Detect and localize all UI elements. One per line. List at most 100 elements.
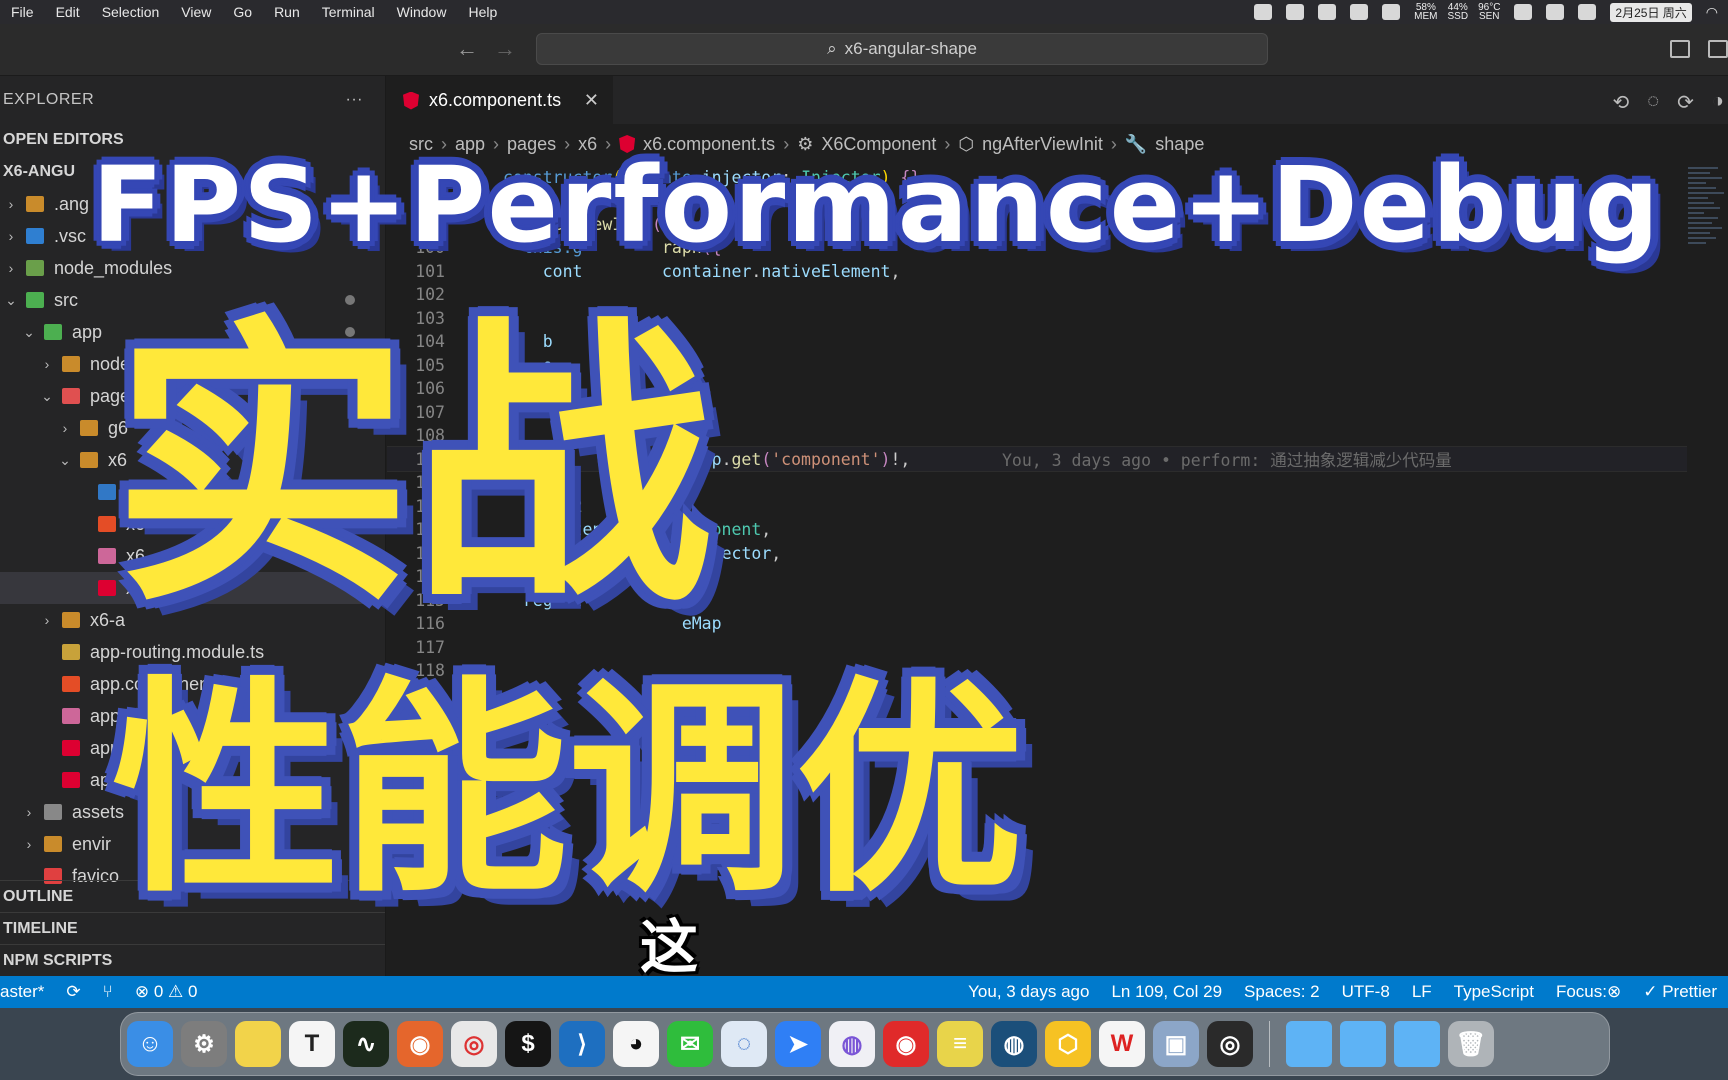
activity-monitor-icon[interactable]: ∿ <box>343 1021 389 1067</box>
breadcrumb-item[interactable]: X6Component <box>821 134 936 155</box>
gitlens-icon[interactable]: ◑ <box>1712 90 1724 115</box>
finder-icon[interactable]: ☺ <box>127 1021 173 1067</box>
tree-item[interactable]: app.module.ts <box>0 764 385 796</box>
tray-input-method-icon[interactable] <box>1286 4 1305 20</box>
timeline-dot-icon[interactable]: ◌ <box>1647 90 1659 115</box>
menu-run[interactable]: Run <box>263 4 311 20</box>
back-arrow-icon[interactable]: ← <box>456 36 478 62</box>
tray-chart-icon[interactable] <box>1350 4 1369 20</box>
tree-item[interactable]: app.component.scss <box>0 700 385 732</box>
status-language[interactable]: TypeScript <box>1443 982 1545 1002</box>
toggle-sidebar-icon[interactable] <box>1670 40 1690 58</box>
tab-x6-component[interactable]: x6.component.ts ✕ <box>387 76 613 124</box>
tree-item[interactable]: ⌄ page <box>0 380 385 412</box>
command-center-search[interactable]: ⌕ x6-angular-shape <box>536 33 1268 65</box>
folder-2-icon[interactable] <box>1340 1021 1386 1067</box>
timeline-forward-icon[interactable]: ⟳ <box>1677 90 1694 115</box>
forward-arrow-icon[interactable]: → <box>494 36 516 62</box>
status-focus[interactable]: Focus:⊗ <box>1545 982 1632 1002</box>
netease-music-icon[interactable]: ◉ <box>883 1021 929 1067</box>
status-eol[interactable]: LF <box>1401 982 1443 1002</box>
wifi-icon[interactable]: ◠ <box>1706 4 1718 21</box>
tree-item[interactable]: › envir <box>0 828 385 860</box>
status-encoding[interactable]: UTF-8 <box>1331 982 1401 1002</box>
breadcrumb-item[interactable]: src <box>409 134 433 155</box>
section-npm-scripts[interactable]: NPM SCRIPTS <box>0 944 385 976</box>
menu-terminal[interactable]: Terminal <box>311 4 386 20</box>
chrome-icon[interactable]: ◎ <box>451 1021 497 1067</box>
tree-item[interactable]: type <box>0 476 385 508</box>
status-branch[interactable]: aster* <box>0 982 55 1002</box>
notes-icon[interactable] <box>235 1021 281 1067</box>
tree-item[interactable]: › g6 <box>0 412 385 444</box>
alipay-icon[interactable]: ◍ <box>829 1021 875 1067</box>
menu-edit[interactable]: Edit <box>45 4 91 20</box>
qq-icon[interactable]: ◕ <box>613 1021 659 1067</box>
breadcrumb-item[interactable]: pages <box>507 134 556 155</box>
vscode-icon[interactable]: ⟩ <box>559 1021 605 1067</box>
tray-app-icon[interactable] <box>1254 4 1273 20</box>
status-cursor-position[interactable]: Ln 109, Col 29 <box>1100 982 1233 1002</box>
breadcrumb-item[interactable]: shape <box>1155 134 1204 155</box>
open-editors-section[interactable]: OPEN EDITORS <box>0 124 385 156</box>
tree-item[interactable]: › .ang <box>0 188 385 220</box>
feishu-icon[interactable]: ➤ <box>775 1021 821 1067</box>
tree-item[interactable]: app-routing.module.ts <box>0 636 385 668</box>
section-outline[interactable]: OUTLINE <box>0 880 385 912</box>
close-tab-icon[interactable]: ✕ <box>584 90 599 111</box>
tree-item[interactable]: › node-component <box>0 348 385 380</box>
stickies-icon[interactable]: ≡ <box>937 1021 983 1067</box>
folder-1-icon[interactable] <box>1286 1021 1332 1067</box>
tree-item[interactable]: x6 <box>0 540 385 572</box>
tree-item[interactable]: › assets <box>0 796 385 828</box>
minimap[interactable] <box>1688 164 1728 464</box>
menu-view[interactable]: View <box>170 4 222 20</box>
tray-bell-icon[interactable] <box>1514 4 1533 20</box>
tree-item[interactable]: ⌄ x6 <box>0 444 385 476</box>
tray-battery-icon[interactable] <box>1578 4 1597 20</box>
firefox-icon[interactable]: ◉ <box>397 1021 443 1067</box>
sync-icon[interactable]: ⟳ <box>55 982 91 1002</box>
section-timeline[interactable]: TIMELINE <box>0 912 385 944</box>
status-blame[interactable]: You, 3 days ago <box>957 982 1100 1002</box>
menu-go[interactable]: Go <box>222 4 263 20</box>
tree-item[interactable]: › .vsc <box>0 220 385 252</box>
project-section[interactable]: X6-ANGU <box>0 156 385 188</box>
folder-3-icon[interactable] <box>1394 1021 1440 1067</box>
tray-tool-icon[interactable] <box>1382 4 1401 20</box>
keychain-icon[interactable]: ⬡ <box>1045 1021 1091 1067</box>
status-indentation[interactable]: Spaces: 2 <box>1233 982 1331 1002</box>
menu-bar-clock[interactable]: 2月25日 周六 <box>1610 2 1692 22</box>
tray-wechat-icon[interactable] <box>1546 4 1565 20</box>
trash-icon[interactable]: 🗑 <box>1448 1021 1494 1067</box>
status-problems[interactable]: ⊗ 0 ⚠ 0 <box>124 982 209 1002</box>
system-settings-icon[interactable]: ⚙ <box>181 1021 227 1067</box>
code-editor[interactable]: 97 constructor(private injector: Injector… <box>387 164 1687 976</box>
timeline-back-icon[interactable]: ⟲ <box>1612 90 1629 115</box>
tree-item[interactable]: › node_modules <box>0 252 385 284</box>
tree-item[interactable]: › x6-a <box>0 604 385 636</box>
messages-icon[interactable]: ◌ <box>721 1021 767 1067</box>
obs-icon[interactable]: ◎ <box>1207 1021 1253 1067</box>
tree-item[interactable]: x6.compo <box>0 572 385 604</box>
typora-icon[interactable]: T <box>289 1021 335 1067</box>
menu-window[interactable]: Window <box>386 4 458 20</box>
menu-help[interactable]: Help <box>457 4 508 20</box>
menu-selection[interactable]: Selection <box>91 4 171 20</box>
network-icon[interactable]: ◍ <box>991 1021 1037 1067</box>
wechat-icon[interactable]: ✉ <box>667 1021 713 1067</box>
tree-item[interactable]: ⌄ src <box>0 284 385 316</box>
tray-wps-icon[interactable] <box>1318 4 1337 20</box>
tree-item[interactable]: x6 <box>0 508 385 540</box>
breadcrumb-item[interactable]: x6 <box>578 134 597 155</box>
more-actions-icon[interactable]: ··· <box>346 91 363 109</box>
breadcrumb-item[interactable]: x6.component.ts <box>643 134 775 155</box>
breadcrumb-item[interactable]: ngAfterViewInit <box>982 134 1103 155</box>
wps-icon[interactable]: W <box>1099 1021 1145 1067</box>
toggle-panel-icon[interactable] <box>1708 40 1728 58</box>
breadcrumb-item[interactable]: app <box>455 134 485 155</box>
menu-file[interactable]: File <box>0 4 45 20</box>
tree-item[interactable]: ⌄ app <box>0 316 385 348</box>
terminal-icon[interactable]: $ <box>505 1021 551 1067</box>
status-prettier[interactable]: ✓ Prettier <box>1632 982 1728 1002</box>
